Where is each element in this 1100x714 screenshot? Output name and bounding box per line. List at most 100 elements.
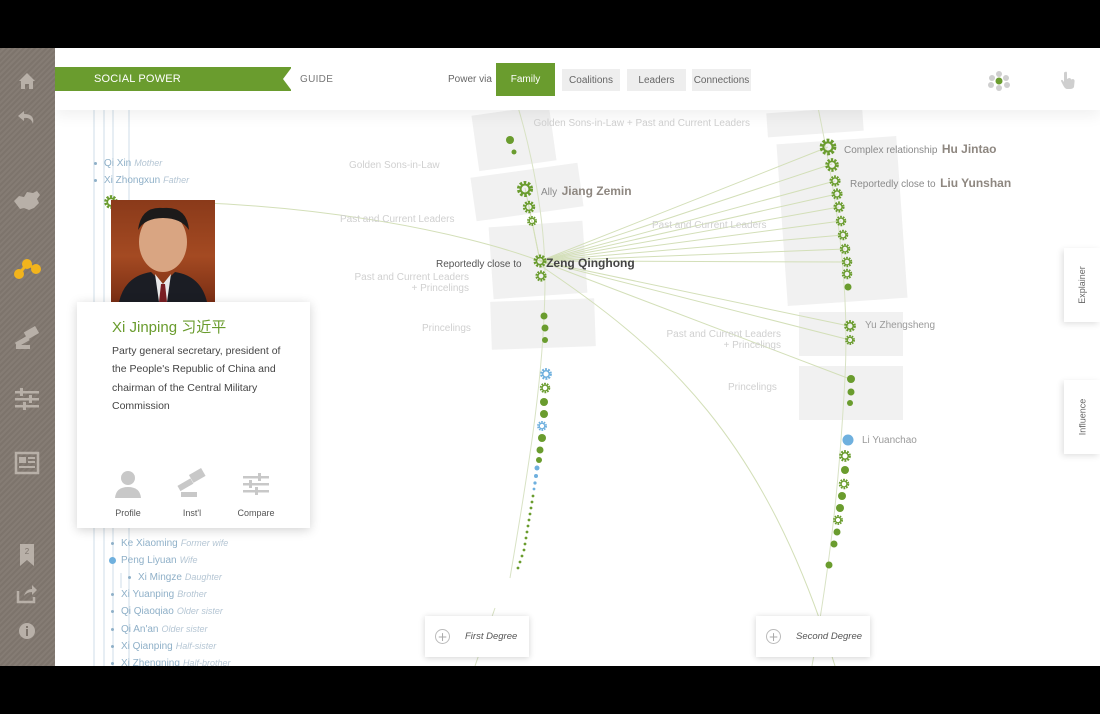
family-item[interactable]: Xi Qianping Half-sister xyxy=(111,641,217,652)
power-via-label: Power via xyxy=(448,74,492,85)
explainer-tab[interactable]: Explainer xyxy=(1064,248,1100,322)
family-relation: Brother xyxy=(177,589,207,599)
family-relation: Older sister xyxy=(161,624,208,634)
person-name: Zeng Qinghong xyxy=(546,256,635,270)
family-relation: Half-brother xyxy=(182,658,231,666)
family-relation: Daughter xyxy=(184,572,222,582)
person-li-yuanchao[interactable]: Li Yuanchao xyxy=(862,435,917,446)
person-liu-yunshan[interactable]: Reportedly close to Liu Yunshan xyxy=(850,174,1011,192)
bookmark-count: 2 xyxy=(25,547,30,556)
action-label: Profile xyxy=(115,508,141,518)
influence-label: Influence xyxy=(1077,398,1087,436)
institutional-button[interactable]: Inst'l xyxy=(162,464,222,518)
family-relation: Father xyxy=(163,175,190,185)
network-icon[interactable] xyxy=(10,253,44,283)
group-label: Past and Current Leaders xyxy=(652,220,767,231)
family-name: Xi Yuanping xyxy=(121,589,175,600)
family-relation: Former wife xyxy=(180,538,229,548)
family-name: Ke Xiaoming xyxy=(121,538,178,549)
family-item[interactable]: Ke Xiaoming Former wife xyxy=(111,538,229,549)
family-item[interactable]: Xi Yuanping Brother xyxy=(111,589,207,600)
family-item[interactable]: Xi Mingze Daughter xyxy=(128,572,222,583)
sliders-icon[interactable] xyxy=(10,384,44,414)
family-item[interactable]: Qi An'an Older sister xyxy=(111,624,208,635)
family-name: Peng Liyuan xyxy=(121,555,177,566)
group-label: Past and Current Leaders + Princelings xyxy=(666,329,781,351)
family-item[interactable]: Qi Xin Mother xyxy=(94,158,163,169)
tab-family[interactable]: Family xyxy=(496,63,555,96)
action-label: Compare xyxy=(237,508,275,518)
action-label: Inst'l xyxy=(182,508,202,518)
group-label: Golden Sons-in-Law + Past and Current Le… xyxy=(533,118,750,129)
top-bar: SOCIAL POWER GUIDE Power via Family Coal… xyxy=(55,48,1100,110)
family-name: Xi Qianping xyxy=(121,641,173,652)
tab-connections[interactable]: Connections xyxy=(692,69,751,91)
family-name: Xi Zhongxun xyxy=(104,175,161,186)
family-name: Xi Mingze xyxy=(138,572,182,583)
profile-name: Xi Jinping 习近平 xyxy=(112,319,227,336)
explainer-label: Explainer xyxy=(1077,266,1087,304)
group-label: Golden Sons-in-Law xyxy=(349,160,440,171)
person-name: Hu Jintao xyxy=(941,142,997,156)
person-zeng-qinghong[interactable]: Reportedly close to Zeng Qinghong xyxy=(436,254,635,272)
relationship-label: Complex relationship xyxy=(844,145,938,156)
first-degree-button[interactable]: + First Degree xyxy=(425,616,529,657)
home-icon[interactable] xyxy=(10,66,44,96)
newspaper-icon[interactable] xyxy=(10,448,44,478)
person-yu-zhengsheng[interactable]: Yu Zhengsheng xyxy=(865,320,935,331)
letterbox-bottom xyxy=(0,666,1100,714)
profile-description: Party general secretary, president of th… xyxy=(112,345,281,412)
relationship-label: Reportedly close to xyxy=(850,179,936,190)
compare-button[interactable]: Compare xyxy=(226,464,286,518)
family-relation: Mother xyxy=(134,158,163,168)
person-name: Jiang Zemin xyxy=(561,184,632,198)
plus-icon: + xyxy=(435,629,450,644)
section-title: SOCIAL POWER xyxy=(55,67,292,91)
relationship-label: Ally xyxy=(541,187,558,198)
portrait-photo xyxy=(111,200,215,302)
person-icon xyxy=(98,464,158,504)
profile-button[interactable]: Profile xyxy=(98,464,158,518)
group-label: Princelings xyxy=(728,382,777,393)
tab-leaders[interactable]: Leaders xyxy=(627,69,686,91)
second-degree-button[interactable]: + Second Degree xyxy=(756,616,870,657)
main-stage: Golden Sons-in-Law + Past and Current Le… xyxy=(55,48,1100,666)
influence-tab[interactable]: Influence xyxy=(1064,380,1100,454)
sidebar: 2 xyxy=(0,48,55,666)
back-icon[interactable] xyxy=(10,103,44,133)
family-name: Qi Qiaoqiao xyxy=(121,606,174,617)
tab-coalitions[interactable]: Coalitions xyxy=(562,69,620,91)
guide-link[interactable]: GUIDE xyxy=(300,74,333,85)
china-map-icon[interactable] xyxy=(10,186,44,216)
group-label: Past and Current Leaders + Princelings xyxy=(354,272,469,294)
person-jiang-zemin[interactable]: Ally Jiang Zemin xyxy=(541,182,632,200)
touch-hand-icon[interactable] xyxy=(1059,70,1077,94)
degree-label: First Degree xyxy=(465,631,518,642)
profile-card: Xi Jinping 习近平 Party general secretary, … xyxy=(77,302,310,528)
family-name: Xi Zhengning xyxy=(121,658,180,666)
info-icon[interactable] xyxy=(10,616,44,646)
bookmark-icon[interactable]: 2 xyxy=(10,540,44,570)
gavel-icon xyxy=(162,464,222,504)
family-relation: Half-sister xyxy=(175,641,217,651)
family-relation: Wife xyxy=(179,555,198,565)
share-icon[interactable] xyxy=(10,579,44,609)
family-relation: Older sister xyxy=(176,606,223,616)
person-hu-jintao[interactable]: Complex relationship Hu Jintao xyxy=(844,140,997,158)
group-label: Princelings xyxy=(422,323,471,334)
person-name: Liu Yunshan xyxy=(940,176,1012,190)
family-item[interactable]: Qi Qiaoqiao Older sister xyxy=(111,606,223,617)
family-item[interactable]: Peng Liyuan Wife xyxy=(109,555,198,566)
sliders-icon xyxy=(226,464,286,504)
degree-label: Second Degree xyxy=(796,631,863,642)
family-name: Qi Xin xyxy=(104,158,132,169)
family-item[interactable]: Xi Zhengning Half-brother xyxy=(111,658,231,666)
plus-icon: + xyxy=(766,629,781,644)
relationship-label: Reportedly close to xyxy=(436,259,522,270)
letterbox-top xyxy=(0,0,1100,48)
family-name: Qi An'an xyxy=(121,624,159,635)
group-label: Past and Current Leaders xyxy=(340,214,455,225)
cluster-view-icon[interactable] xyxy=(987,70,1011,96)
gavel-icon[interactable] xyxy=(10,324,44,354)
family-item[interactable]: Xi Zhongxun Father xyxy=(94,175,190,186)
